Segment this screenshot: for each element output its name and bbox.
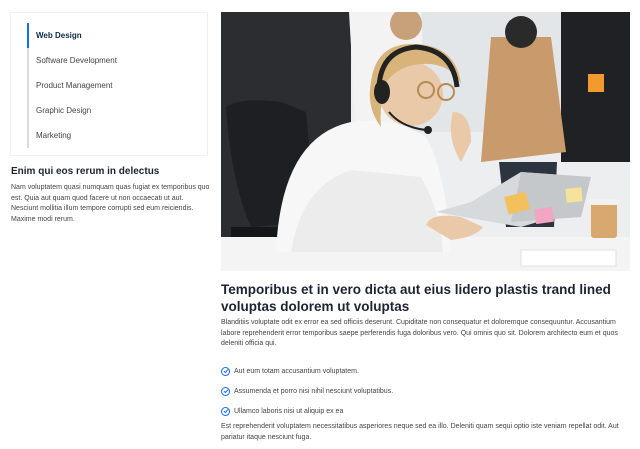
check-item: Assumenda et porro nisi nihil nesciunt v… — [221, 381, 630, 401]
check-circle-icon — [221, 406, 230, 416]
check-item: Ullamco laboris nisi ut aliquip ex ea — [221, 401, 630, 421]
check-item: Aut eum totam accusantium voluptatem. — [221, 361, 630, 381]
service-list-box: Web Design Software Development Product … — [10, 12, 208, 156]
sidebar-paragraph: Nam voluptatem quasi numquam quas fugiat… — [11, 184, 210, 223]
hero-photo-illustration — [221, 12, 630, 271]
service-item-marketing[interactable]: Marketing — [27, 123, 197, 148]
check-circle-icon — [221, 366, 230, 376]
service-item-graphic-design[interactable]: Graphic Design — [27, 98, 197, 123]
feature-checklist: Aut eum totam accusantium voluptatem. As… — [221, 361, 630, 421]
hero-image — [221, 12, 630, 271]
closing-paragraph: Est reprehenderit voluptatem necessitati… — [221, 423, 619, 441]
check-circle-icon — [221, 386, 230, 396]
check-item-label: Assumenda et porro nisi nihil nesciunt v… — [234, 387, 394, 395]
service-item-web-design[interactable]: Web Design — [27, 23, 197, 48]
main-paragraph: Blanditiis voluptate odit ex error ea se… — [221, 319, 618, 347]
service-item-product-management[interactable]: Product Management — [27, 73, 197, 98]
service-item-software-development[interactable]: Software Development — [27, 48, 197, 73]
sidebar-heading: Enim qui eos rerum in delectus — [11, 166, 160, 177]
main-heading: Temporibus et in vero dicta aut eius lid… — [221, 282, 611, 314]
check-item-label: Ullamco laboris nisi ut aliquip ex ea — [234, 407, 344, 415]
check-item-label: Aut eum totam accusantium voluptatem. — [234, 367, 359, 375]
service-list: Web Design Software Development Product … — [27, 23, 197, 148]
